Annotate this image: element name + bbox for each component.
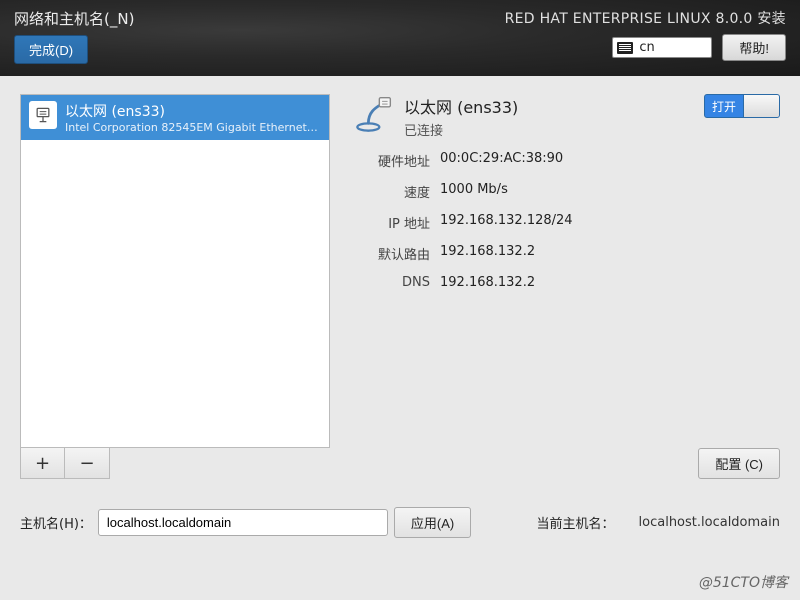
keyboard-icon [617, 42, 633, 54]
ethernet-large-icon [350, 94, 394, 138]
device-panel: 以太网 (ens33) Intel Corporation 82545EM Gi… [20, 94, 330, 479]
hostname-row: 主机名(H)： 应用(A) 当前主机名： localhost.localdoma… [20, 507, 780, 538]
hw-address-value: 00:0C:29:AC:38:90 [440, 151, 780, 170]
hostname-label: 主机名(H)： [20, 513, 92, 532]
upper-pane: 以太网 (ens33) Intel Corporation 82545EM Gi… [20, 94, 780, 479]
apply-hostname-button[interactable]: 应用(A) [394, 507, 471, 538]
content-area: 以太网 (ens33) Intel Corporation 82545EM Gi… [0, 76, 800, 600]
toggle-on-label: 打开 [705, 95, 743, 117]
device-item-subtitle: Intel Corporation 82545EM Gigabit Ethern… [65, 121, 321, 134]
connection-header-text: 以太网 (ens33) 已连接 [404, 94, 694, 139]
speed-label: 速度 [350, 182, 430, 201]
installer-title: RED HAT ENTERPRISE LINUX 8.0.0 安装 [505, 8, 786, 28]
header-row2: cn 帮助! [612, 34, 786, 61]
default-route-label: 默认路由 [350, 244, 430, 263]
dns-label: DNS [350, 275, 430, 290]
keyboard-layout-indicator[interactable]: cn [612, 37, 712, 58]
hw-address-label: 硬件地址 [350, 151, 430, 170]
add-device-button[interactable]: + [21, 448, 65, 478]
connection-title: 以太网 (ens33) [404, 94, 694, 118]
keyboard-layout-label: cn [639, 40, 654, 55]
default-route-value: 192.168.132.2 [440, 244, 780, 263]
toggle-handle [743, 95, 779, 117]
device-list-item[interactable]: 以太网 (ens33) Intel Corporation 82545EM Gi… [21, 95, 329, 140]
device-item-text: 以太网 (ens33) Intel Corporation 82545EM Gi… [65, 101, 321, 134]
connection-toggle[interactable]: 打开 [704, 94, 780, 118]
page-title: 网络和主机名(_N) [14, 8, 134, 29]
configure-button[interactable]: 配置 (C) [698, 448, 780, 479]
ip-address-value: 192.168.132.128/24 [440, 213, 780, 232]
connection-details: 硬件地址 00:0C:29:AC:38:90 速度 1000 Mb/s IP 地… [350, 151, 780, 290]
header-left: 网络和主机名(_N) 完成(D) [14, 8, 134, 70]
help-button[interactable]: 帮助! [722, 34, 786, 61]
device-list: 以太网 (ens33) Intel Corporation 82545EM Gi… [20, 94, 330, 448]
connection-status: 已连接 [404, 120, 694, 139]
detail-panel: 以太网 (ens33) 已连接 打开 硬件地址 00:0C:29:AC:38:9… [350, 94, 780, 479]
done-button[interactable]: 完成(D) [14, 35, 88, 64]
connection-header: 以太网 (ens33) 已连接 打开 [350, 94, 780, 139]
connection-toggle-wrap: 打开 [704, 94, 780, 118]
speed-value: 1000 Mb/s [440, 182, 780, 201]
watermark: @51CTO博客 [699, 572, 788, 592]
hostname-input[interactable] [98, 509, 388, 536]
ip-address-label: IP 地址 [350, 213, 430, 232]
current-hostname-label: 当前主机名： [537, 513, 615, 532]
config-button-row: 配置 (C) [350, 436, 780, 479]
device-list-buttons: + − [20, 448, 110, 479]
current-hostname-value: localhost.localdomain [639, 515, 780, 530]
ethernet-icon [29, 101, 57, 129]
header-right: RED HAT ENTERPRISE LINUX 8.0.0 安装 cn 帮助! [505, 8, 786, 70]
device-item-title: 以太网 (ens33) [65, 101, 321, 121]
remove-device-button[interactable]: − [65, 448, 109, 478]
dns-value: 192.168.132.2 [440, 275, 780, 290]
header-bar: 网络和主机名(_N) 完成(D) RED HAT ENTERPRISE LINU… [0, 0, 800, 76]
